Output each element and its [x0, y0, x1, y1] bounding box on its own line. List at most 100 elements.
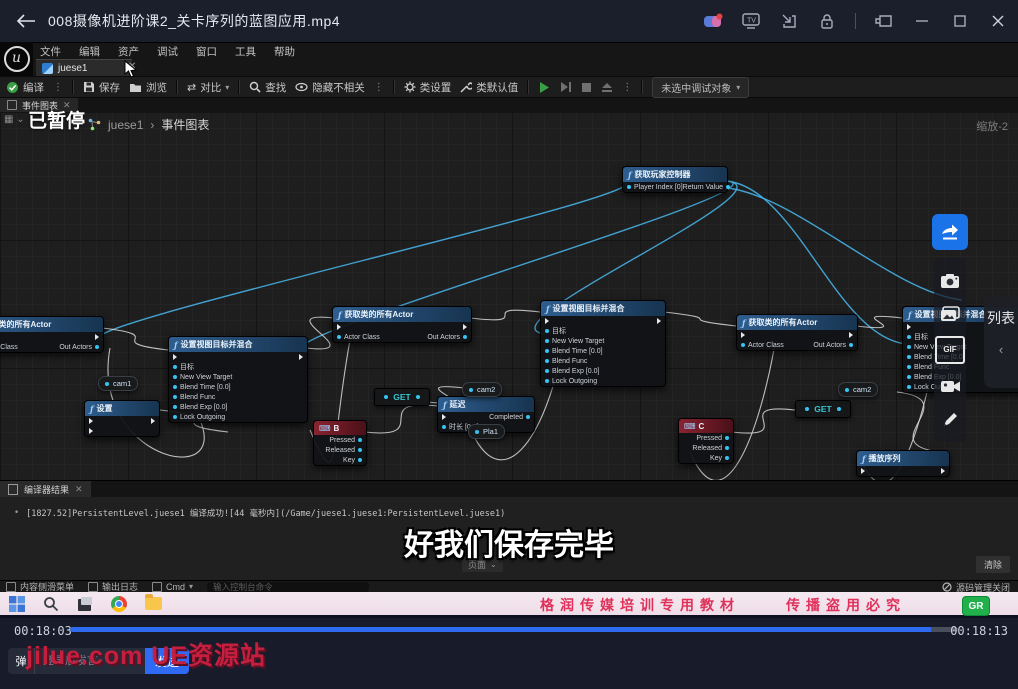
- compiler-results-tab[interactable]: 编译器结果 ✕: [0, 481, 91, 497]
- node-pin-row[interactable]: [85, 416, 159, 426]
- close-button[interactable]: [988, 11, 1008, 31]
- node-pin-row[interactable]: Lock Outgoing: [169, 412, 307, 422]
- variable-get-node[interactable]: cam1: [98, 376, 138, 391]
- node-pin-row[interactable]: [541, 316, 665, 326]
- minimize-button[interactable]: [912, 11, 932, 31]
- node-pin-row[interactable]: [857, 466, 949, 476]
- node-pin-row[interactable]: Player Index [0]Return Value: [623, 182, 727, 192]
- save-button[interactable]: 保存: [83, 80, 120, 95]
- chrome-icon[interactable]: [110, 595, 128, 613]
- frames-button[interactable]: [581, 82, 592, 93]
- graph-corner-icon[interactable]: ▦ ⌄: [4, 114, 25, 125]
- asset-tab-juese1[interactable]: juese1: [36, 59, 132, 76]
- menu-item[interactable]: 编辑: [79, 44, 100, 59]
- node-pin-row[interactable]: [737, 330, 857, 340]
- file-explorer-icon[interactable]: [144, 595, 162, 613]
- node-pin-row[interactable]: New View Target: [541, 336, 665, 346]
- node-pin-row[interactable]: Blend Func: [169, 392, 307, 402]
- variable-get-node[interactable]: cam2: [838, 382, 878, 397]
- array-get-node[interactable]: GET: [795, 400, 851, 418]
- node-pin-row[interactable]: Blend Exp [0.0]: [169, 402, 307, 412]
- clear-button[interactable]: 清除: [976, 556, 1010, 573]
- node-pin-row[interactable]: [85, 426, 159, 436]
- node-pin-row[interactable]: 目标: [169, 362, 307, 372]
- menu-item[interactable]: 帮助: [274, 44, 295, 59]
- play-options-icon[interactable]: ⋮: [622, 82, 632, 93]
- node-pin-row[interactable]: [0, 332, 103, 342]
- frame-skip-button[interactable]: [560, 81, 572, 93]
- node-pin-row[interactable]: Actor ClassOut Actors: [333, 332, 471, 342]
- node-pin-row[interactable]: [169, 352, 307, 362]
- node-pin-row[interactable]: [333, 322, 471, 332]
- search-icon[interactable]: [42, 595, 60, 613]
- cmd-dropdown[interactable]: Cmd ▾: [152, 582, 193, 592]
- start-button-icon[interactable]: [8, 595, 26, 613]
- node-pin-row[interactable]: Blend Time [0.0]: [169, 382, 307, 392]
- node-pin-row[interactable]: Completed: [438, 412, 534, 422]
- node-pin-row[interactable]: Actor ClassOut Actors: [737, 340, 857, 350]
- find-button[interactable]: 查找: [249, 80, 286, 95]
- node-pin-row[interactable]: Released: [679, 443, 733, 453]
- node-pin-row[interactable]: Key: [314, 455, 366, 465]
- node-pin-row[interactable]: Blend Time [0.0]: [541, 346, 665, 356]
- progress-bar[interactable]: [70, 627, 958, 632]
- compiler-tab-close-icon[interactable]: ✕: [75, 484, 83, 495]
- diff-button[interactable]: ⇄ 对比 ▾: [187, 80, 229, 95]
- node-pin-row[interactable]: Released: [314, 445, 366, 455]
- image-capture-icon[interactable]: [939, 303, 961, 325]
- node-pin-row[interactable]: Lock Outgoing: [541, 376, 665, 386]
- menu-item[interactable]: 工具: [235, 44, 256, 59]
- blueprint-node[interactable]: ƒ获取类的所有ActorActor ClassOut Actors: [0, 316, 104, 353]
- game-center-icon[interactable]: [703, 11, 723, 31]
- node-pin-row[interactable]: Pressed: [679, 433, 733, 443]
- lock-icon[interactable]: [817, 11, 837, 31]
- debug-object-dropdown[interactable]: 未选中调试对象 ▾: [652, 77, 749, 98]
- maximize-button[interactable]: [950, 11, 970, 31]
- class-defaults-button[interactable]: 类默认值: [460, 80, 518, 95]
- hide-options-icon[interactable]: ⋮: [374, 82, 384, 93]
- class-settings-button[interactable]: 类设置: [404, 80, 452, 95]
- share-button[interactable]: [932, 214, 968, 250]
- blueprint-node[interactable]: ⌨CPressedReleasedKey: [678, 418, 734, 464]
- blueprint-node[interactable]: ⌨BPressedReleasedKey: [313, 420, 367, 466]
- variable-get-node[interactable]: Pla1: [468, 424, 505, 439]
- menu-item[interactable]: 资产: [118, 44, 139, 59]
- blueprint-node[interactable]: ƒ播放序列: [856, 450, 950, 477]
- gif-record-icon[interactable]: GIF: [935, 336, 965, 364]
- variable-get-node[interactable]: cam2: [462, 382, 502, 397]
- node-pin-row[interactable]: 目标: [541, 326, 665, 336]
- app-window-icon[interactable]: [76, 595, 94, 613]
- node-pin-row[interactable]: New View Target: [169, 372, 307, 382]
- back-button[interactable]: [14, 9, 38, 33]
- eject-button[interactable]: [601, 82, 613, 93]
- pin-player-icon[interactable]: [874, 11, 894, 31]
- console-command-input[interactable]: [207, 582, 369, 592]
- play-button[interactable]: [538, 81, 551, 94]
- blueprint-node[interactable]: ƒ获取类的所有ActorActor ClassOut Actors: [332, 306, 472, 343]
- menu-item[interactable]: 调试: [157, 44, 178, 59]
- node-pin-row[interactable]: Blend Exp [0.0]: [541, 366, 665, 376]
- blueprint-graph-canvas[interactable]: ƒ获取玩家控制器Player Index [0]Return Value ƒ获取类…: [0, 112, 1018, 480]
- blueprint-node[interactable]: ƒ获取类的所有ActorActor ClassOut Actors: [736, 314, 858, 351]
- hide-unrelated-button[interactable]: 隐藏不相关: [295, 80, 365, 95]
- blueprint-node[interactable]: ƒ获取玩家控制器Player Index [0]Return Value: [622, 166, 728, 193]
- compile-button[interactable]: 编译: [6, 80, 44, 95]
- blueprint-node[interactable]: ƒ设置视图目标并混合目标New View TargetBlend Time [0…: [540, 300, 666, 387]
- node-pin-row[interactable]: Key: [679, 453, 733, 463]
- array-get-node[interactable]: GET: [374, 388, 430, 406]
- breadcrumb-asset[interactable]: juese1: [108, 118, 143, 132]
- tv-cast-icon[interactable]: TV: [741, 11, 761, 31]
- node-pin-row[interactable]: Blend Func: [541, 356, 665, 366]
- screenshot-camera-icon[interactable]: [939, 270, 961, 292]
- menu-item[interactable]: 文件: [40, 44, 61, 59]
- compile-options-icon[interactable]: ⋮: [53, 82, 63, 93]
- menu-item[interactable]: 窗口: [196, 44, 217, 59]
- blueprint-node[interactable]: ƒ设置视图目标并混合目标New View TargetBlend Time [0…: [168, 336, 308, 423]
- node-pin-row[interactable]: Pressed: [314, 435, 366, 445]
- list-drawer-toggle[interactable]: 列表 ‹: [984, 296, 1018, 388]
- node-pin-row[interactable]: Actor ClassOut Actors: [0, 342, 103, 352]
- mini-window-icon[interactable]: [779, 11, 799, 31]
- annotate-pen-icon[interactable]: [939, 408, 961, 430]
- blueprint-node[interactable]: ƒ设置: [84, 400, 160, 437]
- video-record-icon[interactable]: [939, 375, 961, 397]
